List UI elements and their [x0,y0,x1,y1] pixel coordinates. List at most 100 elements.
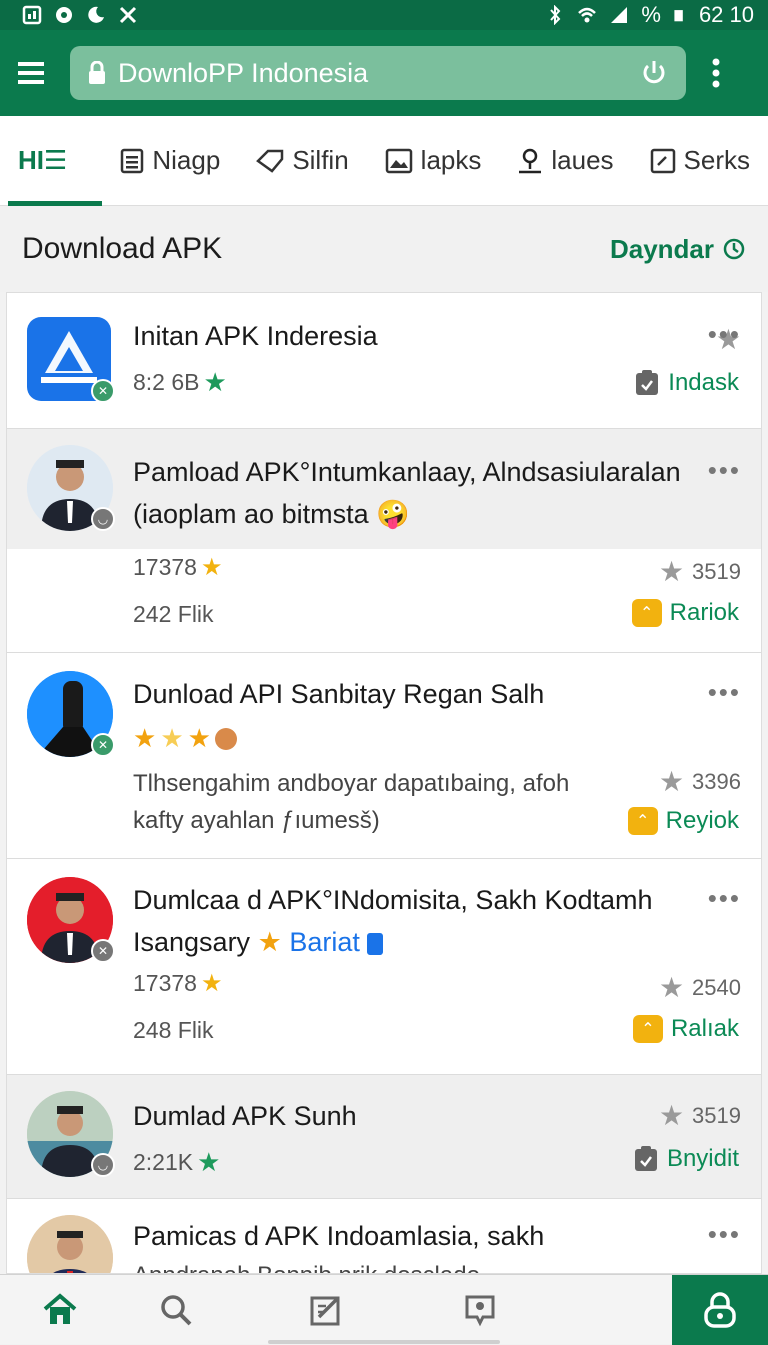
app-description: Anndranah Bonnib nrik dosclado [133,1257,623,1273]
more-options-icon[interactable]: ••• [708,883,741,914]
action-button[interactable]: ⌃ Rariok [631,599,739,627]
app-title: Dunload API Sanbitay Regan Salh [133,679,545,709]
edit-icon [310,1296,340,1325]
action-button[interactable]: Indask [634,369,739,397]
tab-laues-label: laues [551,145,614,175]
wifi-icon [578,7,597,23]
crown-icon: ⌃ [631,599,662,627]
overflow-menu-icon[interactable] [712,58,720,88]
tab-home[interactable]: HI☰ [0,116,103,206]
avatar-badge-icon: ✕ [91,733,115,757]
app-title-text: Dumlcaa d APK°INdomisita, Sakh Kodtamh I… [133,885,653,957]
rating: ★ 3519 [659,555,741,588]
rating: ★ 2540 [659,971,741,1004]
hamburger-menu-icon[interactable] [16,60,46,86]
app-size: 2:21K [133,1149,194,1175]
clipboard-icon [636,370,659,395]
rating-value: 3519 [692,1102,741,1128]
emoji-icon: 🤪 [376,499,410,529]
app-size: 8:2 6B [133,369,200,395]
section-title: Download APK [22,232,223,265]
app-list: ✕ Initan APK Inderesia 8:2 6B ★ ★ ••• In… [6,292,762,1274]
clipboard-icon [634,1146,657,1171]
list-item[interactable]: Pamicas d APK Indoamlasia, sakh Anndrana… [7,1199,761,1273]
app-meta-2: 242 Flik [133,601,214,628]
edit-icon [650,148,675,173]
list-item[interactable]: ✕ Dumlcaa d APK°INdomisita, Sakh Kodtamh… [7,859,761,1075]
nav-chat[interactable] [420,1275,540,1345]
tab-niagp[interactable]: Niagp [102,116,238,206]
tab-serks[interactable]: Serks [632,116,768,206]
tab-laues[interactable]: laues [499,116,631,206]
tab-silfin-label: Silfin [292,145,349,175]
list-item[interactable]: ◡ Pamload APK°Intumkanlaay, Alndsasiular… [7,429,761,653]
rating-value: 3519 [692,558,741,584]
grey-star-icon: ★ [658,972,685,1003]
action-label: Ralıak [670,1015,739,1042]
avatar [27,1215,113,1273]
moon-notif-icon [88,6,104,23]
grey-star-icon: ★ [658,556,685,587]
power-icon[interactable] [640,59,668,87]
rating: ★ 3519 [659,1099,741,1132]
app-meta-1: 17378 ★ [133,969,222,998]
gold-star-icon: ★ [200,554,223,581]
list-item[interactable]: ✕ Initan APK Inderesia 8:2 6B ★ ★ ••• In… [7,293,761,429]
grey-star-icon: ★ [658,1100,685,1131]
app-meta: 2:21K ★ [133,1147,220,1178]
avatar-badge-icon: ◡ [91,1153,115,1177]
green-star-icon: ★ [197,1147,221,1177]
tab-lapks-label: lapks [420,145,482,175]
nav-lock[interactable] [672,1275,768,1345]
tag-icon [256,149,284,173]
bluetooth-icon [550,5,561,25]
download-count: 17378 [133,554,197,580]
browser-toolbar: DownloPP Indonesia [0,30,768,116]
action-label: Reyiok [665,807,739,834]
file-icon [367,932,384,955]
pin-icon [519,148,542,173]
rating-value: 3396 [692,768,741,794]
tab-serks-label: Serks [683,145,750,175]
bottom-navigation [0,1274,768,1345]
tab-lapks[interactable]: lapks [367,116,500,206]
green-star-icon: ★ [203,367,227,397]
app-meta-2: 248 Flik [133,1017,214,1044]
action-button[interactable]: ⌃ Ralıak [632,1015,739,1043]
action-label: Indask [668,369,739,396]
url-bar[interactable]: DownloPP Indonesia [70,46,686,100]
avatar-badge-icon: ✕ [91,939,115,963]
tab-silfin[interactable]: Silfin [238,116,366,206]
home-icon [43,1292,77,1324]
circle-notif-icon [56,7,72,23]
app-title: Pamload APK°Intumkanlaay, Alndsasiularal… [133,451,683,535]
gallery-notif-icon [22,5,42,25]
section-action-link[interactable]: Dayndar [610,234,746,265]
search-icon [161,1294,192,1325]
tab-home-label: HI☰ [18,145,68,175]
nav-search[interactable] [120,1275,232,1345]
globe-icon [214,727,237,750]
star-rating-icons: ★ ★ ★ [133,723,237,754]
rating: ★ 3396 [659,765,741,798]
list-item[interactable]: ✕ Dunload API Sanbitay Regan Salh ★ ★ ★ … [7,653,761,859]
more-options-icon[interactable]: ••• [708,677,741,708]
file-size: 242 Flik [133,601,214,627]
clock-icon [723,238,745,260]
crown-icon: ⌃ [632,1015,663,1043]
tools-notif-icon [119,6,137,24]
section-action-label: Dayndar [609,233,714,264]
more-options-icon[interactable]: ••• [708,455,741,486]
list-item[interactable]: ◡ Dumlad APK Sunh 2:21K ★ ★ 3519 Bnyidit [7,1075,761,1199]
more-options-icon[interactable]: ••• [708,319,741,350]
list-icon [121,148,144,173]
clock: 62 10 [698,2,754,27]
app-meta: 8:2 6B ★ [133,367,227,398]
action-button[interactable]: Bnyidit [633,1145,739,1173]
app-description: Tlhsengahim andboyar dapatıbaing, afoh k… [133,770,570,834]
action-button[interactable]: ⌃ Reyiok [627,807,739,835]
nav-home[interactable] [0,1275,120,1345]
url-text: DownloPP Indonesia [118,57,369,88]
nav-edit[interactable] [232,1275,420,1345]
more-options-icon[interactable]: ••• [708,1219,741,1250]
